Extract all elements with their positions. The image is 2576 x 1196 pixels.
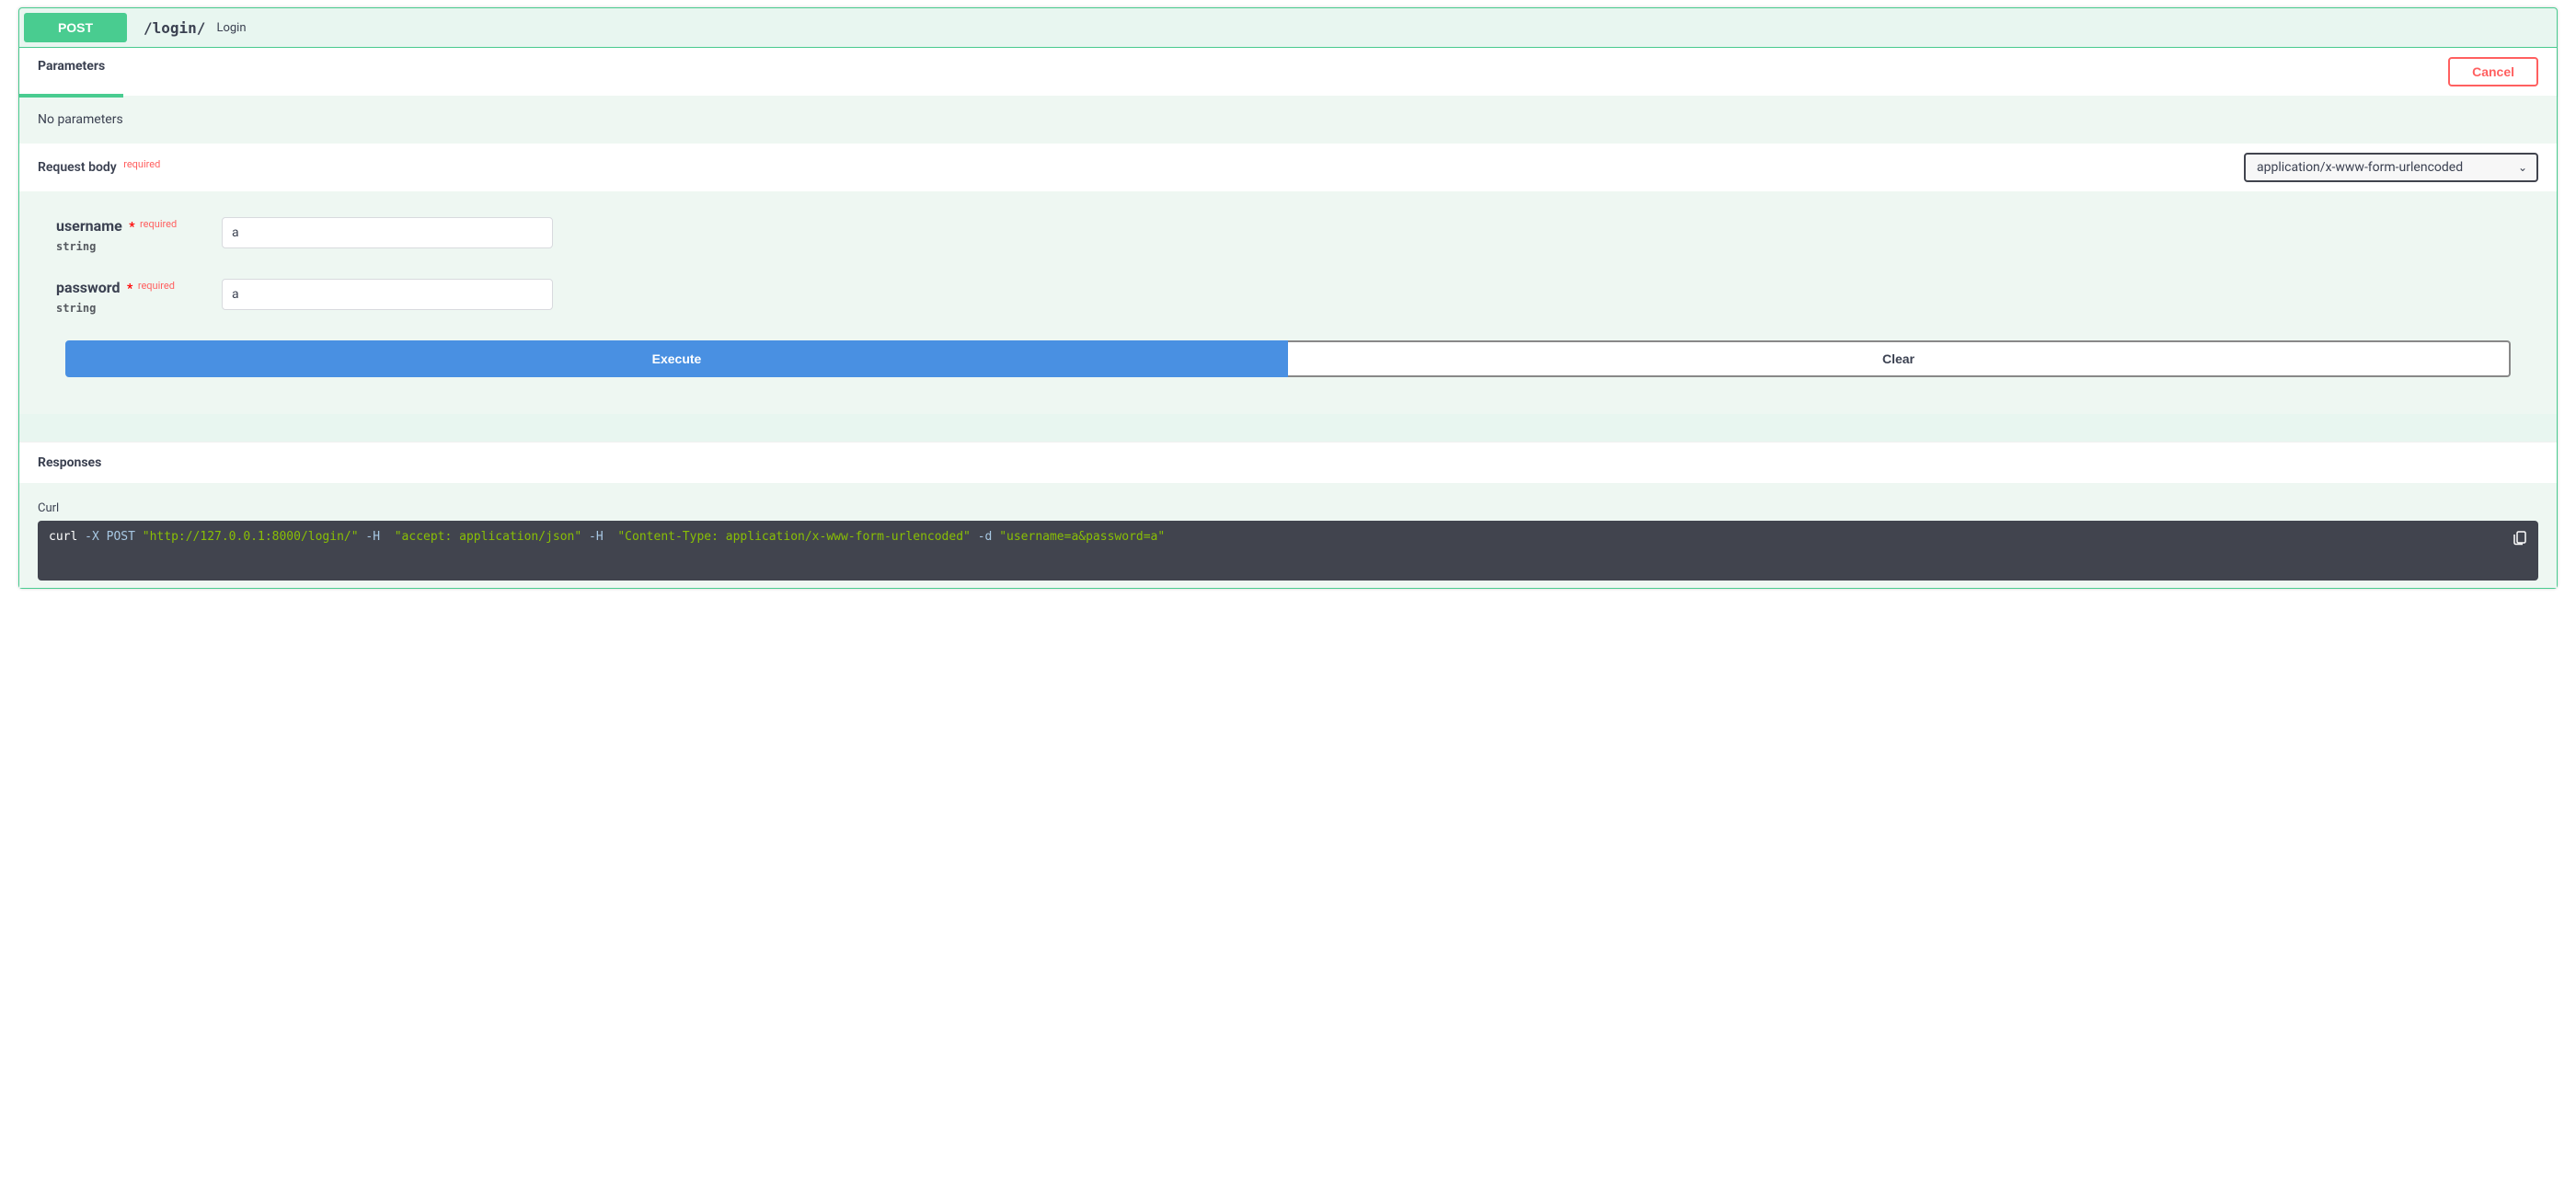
responses-title: Responses: [19, 442, 2557, 483]
param-type: string: [56, 302, 222, 315]
curl-label: Curl: [38, 501, 2538, 515]
curl-d-flag: -d: [978, 530, 993, 544]
content-type-select[interactable]: application/x-www-form-urlencoded: [2244, 153, 2538, 182]
request-body-required-label: required: [123, 158, 160, 170]
request-body-title: Request body: [38, 160, 117, 175]
content-type-select-wrap: application/x-www-form-urlencoded ⌄: [2244, 153, 2538, 182]
curl-accept-header: "accept: application/json": [395, 530, 582, 544]
operation-summary[interactable]: POST /login/ Login: [19, 8, 2557, 48]
password-input[interactable]: [222, 279, 553, 310]
clear-button[interactable]: Clear: [1288, 340, 2511, 377]
required-star-icon: *: [129, 220, 134, 235]
cancel-button[interactable]: Cancel: [2448, 57, 2538, 86]
copy-button[interactable]: [2509, 526, 2531, 548]
curl-url: "http://127.0.0.1:8000/login/": [143, 530, 359, 544]
param-name: username: [56, 217, 122, 235]
parameters-header: Parameters Cancel: [19, 48, 2557, 96]
curl-data: "username=a&password=a": [999, 530, 1165, 544]
clipboard-icon: [2512, 529, 2528, 546]
no-parameters-message: No parameters: [19, 96, 2557, 144]
curl-cmd: curl: [49, 530, 77, 544]
request-body-form: username * required string password * re…: [19, 191, 2557, 414]
endpoint-summary: Login: [216, 21, 246, 35]
curl-h-flag: -H: [365, 530, 380, 544]
curl-section: Curl curl -X POST "http://127.0.0.1:8000…: [19, 483, 2557, 588]
tab-parameters[interactable]: Parameters: [38, 59, 105, 85]
tab-bar: Parameters: [38, 59, 105, 85]
param-type: string: [56, 240, 222, 253]
curl-ct-header: "Content-Type: application/x-www-form-ur…: [617, 530, 971, 544]
action-button-group: Execute Clear: [65, 340, 2511, 377]
param-name: password: [56, 279, 121, 296]
endpoint-path: /login/: [136, 19, 213, 37]
param-required-label: required: [138, 280, 175, 292]
username-input[interactable]: [222, 217, 553, 248]
curl-code-block: curl -X POST "http://127.0.0.1:8000/logi…: [38, 521, 2538, 581]
param-row-password: password * required string: [56, 279, 2520, 315]
param-required-label: required: [140, 218, 177, 230]
curl-h-flag: -H: [589, 530, 604, 544]
operation-block: POST /login/ Login Parameters Cancel No …: [18, 7, 2558, 589]
curl-method-flag: -X POST: [85, 530, 135, 544]
http-method-badge: POST: [24, 13, 127, 42]
request-body-header: Request body required application/x-www-…: [19, 144, 2557, 191]
param-row-username: username * required string: [56, 217, 2520, 253]
required-star-icon: *: [127, 282, 132, 296]
execute-button[interactable]: Execute: [65, 340, 1288, 377]
